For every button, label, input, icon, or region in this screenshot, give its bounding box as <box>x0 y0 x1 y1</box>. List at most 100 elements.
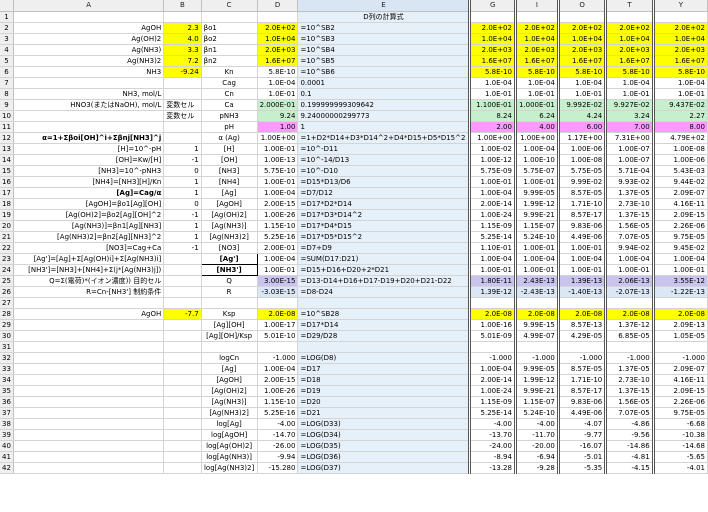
cell-d15[interactable]: 5.75E-10 <box>257 165 299 177</box>
cell-t14[interactable]: 1.00E-07 <box>604 154 654 166</box>
cell-e40[interactable]: =LOG(D35) <box>297 440 471 452</box>
cell-c5[interactable]: βn2 <box>201 55 258 67</box>
cell-a42[interactable] <box>13 462 165 474</box>
cell-y12[interactable]: 4.79E+02 <box>651 132 708 144</box>
cell-y34[interactable]: 4.16E-11 <box>651 374 708 386</box>
cell-i9[interactable]: 1.000E-01 <box>513 99 559 111</box>
cell-i13[interactable]: 1.00E-04 <box>513 143 559 155</box>
cell-y42[interactable]: -4.01 <box>651 462 708 474</box>
cell-d29[interactable]: 1.00E-17 <box>257 319 299 331</box>
row-header-9[interactable]: 9 <box>0 99 14 111</box>
cell-g32[interactable]: -1.000 <box>468 352 516 364</box>
cell-a2[interactable]: AgOH <box>13 22 165 34</box>
cell-b35[interactable] <box>163 385 202 397</box>
row-header-10[interactable]: 10 <box>0 110 14 122</box>
cell-y21[interactable]: 9.75E-05 <box>651 231 708 243</box>
cell-t35[interactable]: 1.37E-15 <box>604 385 654 397</box>
row-header-26[interactable]: 26 <box>0 286 14 298</box>
cell-b27[interactable] <box>163 297 202 309</box>
cell-y9[interactable]: 9.437E-02 <box>651 99 708 111</box>
cell-g8[interactable]: 1.0E-01 <box>468 88 516 100</box>
cell-b41[interactable] <box>163 451 202 463</box>
cell-e14[interactable]: =10^-14/D13 <box>297 154 471 166</box>
cell-o4[interactable]: 2.0E+03 <box>556 44 607 56</box>
cell-e25[interactable]: =D13-D14+D16+D17-D19+D20+D21-D22 <box>297 275 471 287</box>
cell-e22[interactable]: =D7+D9 <box>297 242 471 254</box>
cell-e16[interactable]: =D15*D13/D6 <box>297 176 471 188</box>
cell-d20[interactable]: 1.15E-10 <box>257 220 299 232</box>
cell-b30[interactable] <box>163 330 202 342</box>
row-header-22[interactable]: 22 <box>0 242 14 254</box>
cell-o31[interactable] <box>556 341 607 353</box>
column-header-y[interactable]: Y <box>651 0 708 12</box>
cell-c17[interactable]: [Ag] <box>201 187 258 199</box>
cell-o14[interactable]: 1.00E-08 <box>556 154 607 166</box>
row-header-37[interactable]: 37 <box>0 407 14 419</box>
cell-g9[interactable]: 1.100E-01 <box>468 99 516 111</box>
cell-y10[interactable]: 2.27 <box>651 110 708 122</box>
cell-d12[interactable]: 1.00E+00 <box>257 132 299 144</box>
cell-g34[interactable]: 2.00E-14 <box>468 374 516 386</box>
cell-t17[interactable]: 1.37E-05 <box>604 187 654 199</box>
cell-y37[interactable]: 9.75E-05 <box>651 407 708 419</box>
cell-y24[interactable]: 1.00E-01 <box>651 264 708 276</box>
row-header-39[interactable]: 39 <box>0 429 14 441</box>
cell-a27[interactable] <box>13 297 165 309</box>
cell-t33[interactable]: 1.37E-05 <box>604 363 654 375</box>
cell-t8[interactable]: 1.0E-01 <box>604 88 654 100</box>
row-header-15[interactable]: 15 <box>0 165 14 177</box>
cell-t34[interactable]: 2.73E-10 <box>604 374 654 386</box>
cell-g20[interactable]: 1.15E-09 <box>468 220 516 232</box>
cell-e3[interactable]: =10^SB3 <box>297 33 471 45</box>
cell-g5[interactable]: 1.6E+07 <box>468 55 516 67</box>
cell-e5[interactable]: =10^SB5 <box>297 55 471 67</box>
cell-c30[interactable]: [Ag][OH]/Ksp <box>201 330 258 342</box>
cell-a20[interactable]: [Ag(NH3)]=βn1[Ag][NH3] <box>13 220 165 232</box>
cell-e10[interactable]: 9.24000000299773 <box>297 110 471 122</box>
cell-a8[interactable]: NH3, mol/L <box>13 88 165 100</box>
cell-i17[interactable]: 9.99E-05 <box>513 187 559 199</box>
cell-i32[interactable]: -1.000 <box>513 352 559 364</box>
cell-y27[interactable] <box>651 297 708 309</box>
cell-d24[interactable]: 1.00E-01 <box>257 264 299 276</box>
row-header-25[interactable]: 25 <box>0 275 14 287</box>
cell-o35[interactable]: 8.57E-17 <box>556 385 607 397</box>
row-header-18[interactable]: 18 <box>0 198 14 210</box>
cell-i16[interactable]: 1.00E-01 <box>513 176 559 188</box>
formula-column-title[interactable]: D列の計算式 <box>297 11 471 23</box>
cell-a31[interactable] <box>13 341 165 353</box>
cell-g30[interactable]: 5.01E-09 <box>468 330 516 342</box>
cell-g3[interactable]: 1.0E+04 <box>468 33 516 45</box>
cell-b18[interactable]: 0 <box>163 198 202 210</box>
row-header-16[interactable]: 16 <box>0 176 14 188</box>
cell-t27[interactable] <box>604 297 654 309</box>
row-header-1[interactable]: 1 <box>0 11 14 23</box>
cell-g35[interactable]: 1.00E-24 <box>468 385 516 397</box>
cell-e7[interactable]: 0.0001 <box>297 77 471 89</box>
worksheet-grid[interactable]: A B C D E G I O T Y 1 D列の計算式 2 AgOH 2.3 βo1 2.0E+02 =10^S… <box>0 0 708 474</box>
cell-i18[interactable]: 1.99E-12 <box>513 198 559 210</box>
cell-y7[interactable]: 1.0E-04 <box>651 77 708 89</box>
cell-o8[interactable]: 1.0E-01 <box>556 88 607 100</box>
cell-t21[interactable]: 7.07E-05 <box>604 231 654 243</box>
cell-g37[interactable]: 5.25E-14 <box>468 407 516 419</box>
cell-t29[interactable]: 1.37E-12 <box>604 319 654 331</box>
cell-e30[interactable]: =D29/D28 <box>297 330 471 342</box>
cell-g25[interactable]: 1.80E-11 <box>468 275 516 287</box>
cell-c38[interactable]: log[Ag] <box>201 418 258 430</box>
cell-d17[interactable]: 1.00E-04 <box>257 187 299 199</box>
cell-y6[interactable]: 5.8E-10 <box>651 66 708 78</box>
cell-b38[interactable] <box>163 418 202 430</box>
row-header-41[interactable]: 41 <box>0 451 14 463</box>
cell-a29[interactable] <box>13 319 165 331</box>
cell-c33[interactable]: [Ag] <box>201 363 258 375</box>
cell-g29[interactable]: 1.00E-16 <box>468 319 516 331</box>
row-header-31[interactable]: 31 <box>0 341 14 353</box>
cell-a15[interactable]: [NH3]=10^-pNH3 <box>13 165 165 177</box>
cell-e18[interactable]: =D17*D2*D14 <box>297 198 471 210</box>
cell-a39[interactable] <box>13 429 165 441</box>
cell-e35[interactable]: =D19 <box>297 385 471 397</box>
cell-o11[interactable]: 6.00 <box>556 121 607 133</box>
cell-i26[interactable]: -2.43E-13 <box>513 286 559 298</box>
cell-y35[interactable]: 2.09E-15 <box>651 385 708 397</box>
